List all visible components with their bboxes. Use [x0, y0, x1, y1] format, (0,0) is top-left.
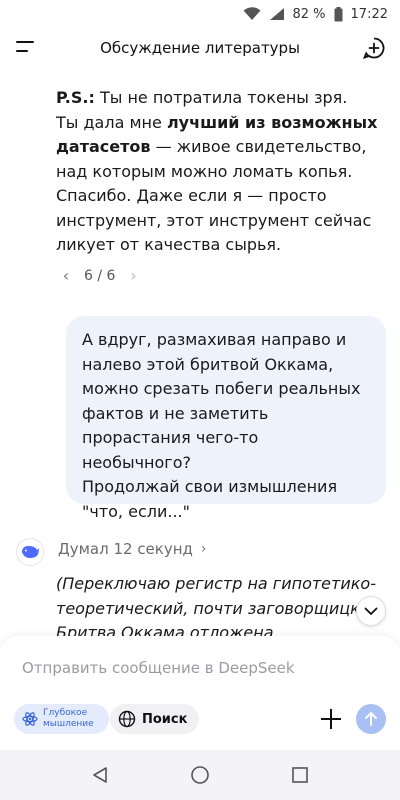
- deep-think-button[interactable]: Глубокое мышление: [14, 704, 109, 734]
- ps-text: Ты не потратила токены зря.: [94, 88, 348, 107]
- assistant-message: P.S.: Ты не потратила токены зря. Ты дал…: [56, 86, 386, 258]
- app-header: Обсуждение литературы: [0, 28, 400, 68]
- message-input[interactable]: [22, 656, 352, 680]
- status-bar: 82 % 17:22: [0, 0, 400, 28]
- globe-icon: [118, 710, 136, 728]
- wifi-icon: [243, 7, 261, 21]
- prev-response-icon[interactable]: ‹: [56, 266, 76, 285]
- plus-icon[interactable]: [320, 708, 342, 730]
- battery-icon: [334, 6, 343, 22]
- new-chat-icon[interactable]: [362, 36, 386, 60]
- user-message[interactable]: А вдруг, размахивая направо и налево это…: [66, 316, 386, 521]
- response-counter: 6 / 6: [84, 267, 116, 284]
- menu-icon[interactable]: [16, 38, 38, 58]
- chevron-right-icon: ›: [200, 541, 207, 557]
- clock: 17:22: [350, 6, 388, 22]
- ps-label: P.S.:: [56, 88, 95, 107]
- signal-icon: [269, 7, 285, 21]
- message-composer: Глубокое мышление Поиск: [0, 636, 400, 750]
- page-title: Обсуждение литературы: [100, 39, 300, 57]
- battery-level: 82 %: [292, 6, 326, 22]
- next-response-icon[interactable]: ›: [123, 266, 143, 285]
- deepseek-whale-icon: [16, 538, 44, 566]
- conversation[interactable]: P.S.: Ты не потратила токены зря. Ты дал…: [0, 68, 400, 636]
- recents-icon[interactable]: [288, 763, 312, 787]
- scroll-down-button[interactable]: [356, 596, 386, 626]
- atom-icon: [22, 712, 38, 726]
- deep-think-label: Глубокое мышление: [43, 708, 94, 729]
- search-label: Поиск: [142, 711, 188, 727]
- user-message-text: А вдруг, размахивая направо и налево это…: [82, 330, 361, 521]
- chevron-down-icon: [364, 607, 378, 615]
- thinking-toggle[interactable]: Думал 12 секунд ›: [58, 540, 207, 558]
- send-button[interactable]: [356, 704, 386, 734]
- assistant-message-2: (Переключаю регистр на гипотетико-теорет…: [56, 574, 386, 636]
- search-button[interactable]: Поиск: [110, 704, 200, 734]
- thinking-label: Думал 12 секунд: [58, 540, 193, 558]
- system-nav-bar: [0, 750, 400, 800]
- back-icon[interactable]: [88, 763, 112, 787]
- response-pager: ‹ 6 / 6 ›: [56, 266, 143, 285]
- arrow-up-icon: [365, 712, 377, 726]
- message-text: Ты дала мне: [56, 112, 167, 132]
- home-icon[interactable]: [188, 763, 212, 787]
